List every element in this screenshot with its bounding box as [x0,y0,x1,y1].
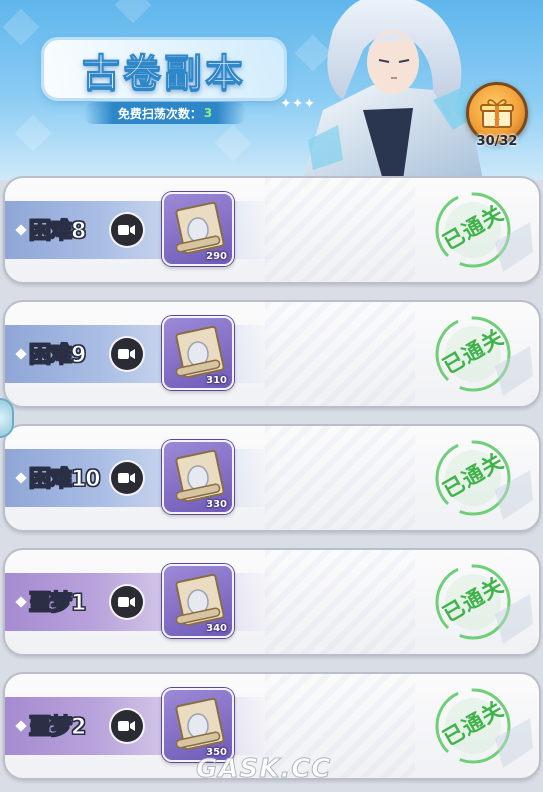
cleared-stamp: 已通关 [425,306,535,402]
hero-character-illustration [303,0,483,180]
page-title: 古卷副本 [81,49,246,95]
cleared-stamp: 已通关 [425,554,535,650]
title-plate: 古卷副本 [44,40,284,98]
stage-name: 困难9 [28,343,86,369]
cleared-stamp: 已通关 [425,182,535,278]
stage-name-band: 困难8 [5,201,275,259]
reward-quantity: 310 [206,375,227,386]
stage-card[interactable]: 困难9 310 已通关 [3,300,541,408]
site-watermark: GASK.CC [195,754,332,785]
header-banner: 古卷副本 免费扫荡次数： 3 ✦✦✦ ★ 30/32 [0,0,543,180]
band-diamond-icon [15,720,27,732]
video-camera-icon [118,597,135,607]
stage-name: 噩梦1 [28,591,86,617]
free-sweep-label: 免费扫荡次数： [117,106,202,121]
cleared-stamp: 已通关 [425,678,535,774]
decor-diamond [214,124,252,162]
decor-diamond [2,8,40,46]
cleared-stamp: 已通关 [425,430,535,526]
free-sweep-count: 3 [203,106,213,120]
stage-name: 困难10 [29,467,102,493]
video-camera-icon [118,473,135,483]
reward-item[interactable]: 340 [162,564,234,638]
band-diamond-icon [15,348,27,360]
free-sweep-counter: 免费扫荡次数： 3 [84,102,246,124]
band-diamond-icon [15,472,27,484]
video-replay-button[interactable] [111,586,143,618]
reward-quantity: 330 [206,499,227,510]
reward-quantity: 290 [206,251,227,262]
video-replay-button[interactable] [111,710,143,742]
stage-name-band: 噩梦1 [5,573,275,631]
video-camera-icon [118,225,135,235]
stage-card[interactable]: 噩梦1 340 已通关 [3,548,541,656]
stage-card[interactable]: 困难8 290 已通关 [3,176,541,284]
video-camera-icon [118,721,135,731]
reward-item[interactable]: 290 [162,192,234,266]
gift-box-icon: ★ [480,99,514,128]
stage-name: 困难8 [28,219,86,245]
decor-diamond [14,114,52,152]
stage-name-band: 困难10 [5,449,275,507]
gift-progress-count: 30/32 [476,134,518,149]
video-replay-button[interactable] [111,462,143,494]
decor-diamond [114,0,152,24]
band-diamond-icon [15,596,27,608]
reward-item[interactable]: 350 [162,688,234,762]
reward-item[interactable]: 330 [162,440,234,514]
reward-quantity: 340 [206,623,227,634]
video-camera-icon [118,349,135,359]
band-diamond-icon [15,224,27,236]
stage-name: 噩梦2 [28,715,86,741]
video-replay-button[interactable] [111,214,143,246]
stage-card[interactable]: 困难10 330 已通关 [3,424,541,532]
sparkle-icon: ✦✦✦ [280,96,316,112]
stage-name-band: 噩梦2 [5,697,275,755]
stage-name-band: 困难9 [5,325,275,383]
svg-text:★: ★ [493,116,501,126]
video-replay-button[interactable] [111,338,143,370]
reward-item[interactable]: 310 [162,316,234,390]
